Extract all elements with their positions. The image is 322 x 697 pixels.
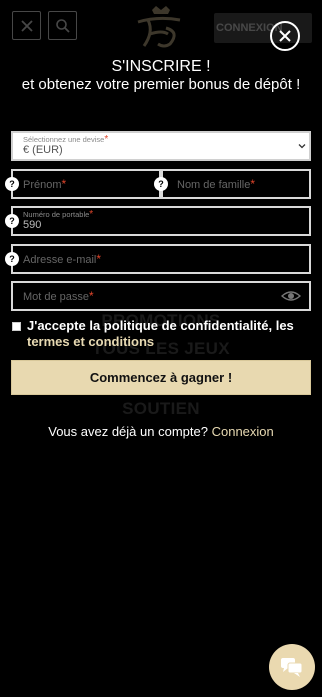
email-help-icon[interactable]: ?	[5, 252, 19, 266]
first-name-placeholder: Prénom*	[23, 177, 67, 191]
email-placeholder: Adresse e-mail*	[23, 252, 102, 266]
signup-title: S'INSCRIRE !	[111, 58, 211, 75]
chat-button[interactable]	[269, 644, 315, 690]
modal-close-button[interactable]	[270, 21, 300, 51]
menu-item-support: SOUTIEN	[122, 399, 200, 418]
submit-button[interactable]: Commencez à gagner !	[11, 360, 311, 395]
phone-value: 590	[23, 219, 42, 231]
signup-subtitle: et obtenez votre premier bonus de dépôt …	[21, 76, 301, 93]
password-field[interactable]: Mot de passe*	[11, 281, 311, 311]
login-link[interactable]: Connexion	[212, 424, 274, 439]
close-icon	[20, 19, 33, 32]
phone-field[interactable]: Numéro de portable* 590	[11, 206, 311, 236]
search-button[interactable]	[48, 11, 77, 40]
consent-checkbox[interactable]	[12, 322, 21, 331]
search-icon	[55, 18, 70, 33]
consent-text: J'accepte la politique de confidentialit…	[27, 318, 294, 349]
last-name-placeholder: Nom de famille*	[177, 177, 256, 191]
email-field[interactable]: Adresse e-mail*	[11, 244, 311, 274]
menu-close-button[interactable]	[12, 11, 41, 40]
chevron-down-icon	[298, 144, 306, 149]
logo[interactable]	[128, 4, 194, 50]
phone-help-icon[interactable]: ?	[5, 214, 19, 228]
terms-link[interactable]: termes et conditions	[27, 334, 154, 349]
first-name-field[interactable]: Prénom*	[11, 169, 161, 199]
currency-select[interactable]: Sélectionnez une devise* € (EUR)	[11, 131, 311, 161]
first-name-help-icon[interactable]: ?	[5, 177, 19, 191]
currency-value: € (EUR)	[23, 144, 63, 156]
eye-icon[interactable]	[281, 289, 301, 303]
password-placeholder: Mot de passe*	[23, 289, 94, 303]
close-circle-icon	[279, 30, 291, 42]
login-prompt: Vous avez déjà un compte? Connexion	[48, 424, 274, 439]
last-name-help-icon[interactable]: ?	[154, 177, 168, 191]
chat-bubble-icon	[281, 658, 303, 677]
last-name-field[interactable]: Nom de famille*	[161, 169, 311, 199]
page: CONNEXION PROMOTIONS TOUS LES JEUX SOUTI…	[0, 0, 322, 697]
